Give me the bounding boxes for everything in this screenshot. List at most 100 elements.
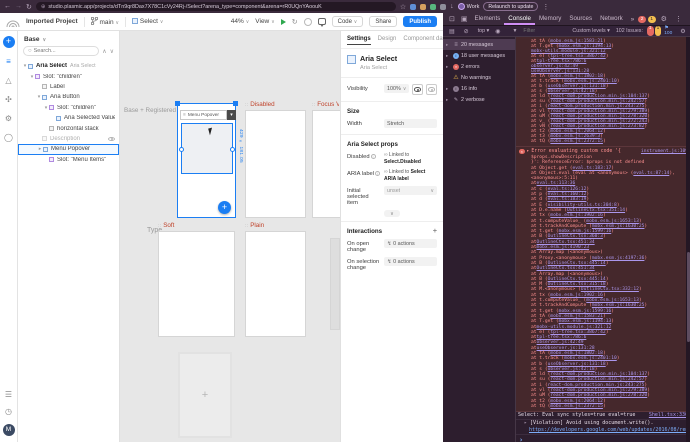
view-selector[interactable]: View ∨ [255,18,274,25]
plain-artboard[interactable] [245,231,306,337]
source-link[interactable]: eval.ts:87:14 [633,171,669,176]
plain-frame-label[interactable]: ∷ Plain [245,222,264,229]
console-prompt[interactable]: › [516,435,690,442]
tree-row[interactable]: Aria Selected Value [18,113,119,123]
menu-popover-element[interactable] [179,123,235,174]
device-toolbar-icon[interactable]: ▣ [458,15,471,23]
site-info-icon[interactable]: ⊕ [41,4,46,10]
reload-icon[interactable]: ↻ [26,3,32,11]
aria-label-prop-value[interactable]: ∞Linked to Select ARIA label [384,169,437,182]
more-tabs-icon[interactable]: » [627,14,638,24]
expand-caret-icon[interactable]: ▸ [446,97,451,103]
extension-icon-3[interactable] [430,3,437,10]
components-icon[interactable]: △ [4,76,14,86]
focus-frame-label[interactable]: ∷Focus Visib [312,101,339,108]
add-button[interactable]: + [2,36,15,48]
expand-caret-icon[interactable]: ▸ [524,420,527,426]
issue-count-badge[interactable]: 1 [646,26,654,36]
preview-play-icon[interactable] [280,18,286,25]
tab-design[interactable]: Design [378,36,397,45]
warning-count-badge[interactable]: 1 [647,15,656,23]
comment-icon[interactable] [317,18,326,27]
chat-icon[interactable]: ☰ [4,390,14,400]
relaunch-button[interactable]: Relaunch to update [483,2,539,11]
external-link[interactable]: https://developers.google.com/web/update… [529,427,690,433]
console-filter-info-blue[interactable]: ▸ i 18 user messages [443,50,515,61]
profile-chip[interactable]: Work [457,3,479,10]
console-scrollbar[interactable] [686,37,690,442]
back-icon[interactable]: ← [4,3,11,10]
history-icon[interactable]: ◷ [4,407,14,417]
add-variant-placeholder[interactable]: + [178,352,232,438]
console-settings-icon[interactable]: ⚙ [677,28,688,35]
disabled-artboard[interactable] [245,110,306,218]
console-error-entry[interactable]: × ▸ Error evaluating custom code '{ inst… [516,147,690,413]
console-filter-error[interactable]: ▸ × 2 errors [443,61,515,72]
component-switcher[interactable]: Select ∨ [132,18,163,25]
expand-caret-icon[interactable]: ▸ [446,86,451,92]
selection-handle[interactable] [233,101,238,106]
source-link[interactable]: mobx.esm.js:2372:15 [550,404,603,409]
console-filter-info[interactable]: ▸ i 16 info [443,83,515,94]
visibility-hidden-button[interactable] [426,84,437,95]
source-link[interactable]: mobx.esm.js:2372:15 [550,139,603,144]
props-section-header[interactable]: Aria Select props [341,139,443,150]
interactions-section-header[interactable]: Interactions + [341,226,443,237]
soft-artboard[interactable] [158,231,235,337]
expand-all-icon[interactable]: ∨ [110,48,114,55]
focus-artboard[interactable] [312,110,340,218]
extension-icon-1[interactable] [410,3,417,10]
source-link[interactable]: instrument.js:109 [641,148,688,155]
popover-tab[interactable]: ≡ Menu Popover [180,110,227,120]
collapse-props-button[interactable]: ∨ [384,210,400,217]
selection-handle[interactable] [175,101,180,106]
info-icon[interactable]: i [370,154,376,159]
error-count-badge[interactable]: 2 [638,15,646,23]
devtools-tab-memory[interactable]: Memory [535,13,565,25]
refresh-icon[interactable]: ↻ [292,18,298,26]
devtools-tab-console[interactable]: Console [504,13,535,25]
add-interaction-button[interactable]: + [433,228,437,235]
devtools-tab-network[interactable]: Network [596,13,627,25]
settings-gear-icon[interactable]: ⚙ [4,114,14,124]
forward-icon[interactable]: → [15,3,22,10]
zoom-selector[interactable]: 44% ∨ [231,18,250,25]
initial-item-dropdown[interactable]: unset ∨ [384,186,437,195]
on-open-change-actions[interactable]: ↯ 0 actions [384,239,437,248]
user-avatar[interactable]: M [2,424,15,436]
width-value-dropdown[interactable]: Stretch [384,119,437,128]
extension-icon-4[interactable] [440,3,447,10]
extension-icon-2[interactable] [420,3,427,10]
tree-row[interactable]: Description [18,134,119,144]
expand-caret-icon[interactable]: ▸ [446,53,451,59]
clear-console-icon[interactable]: ⊘ [461,28,472,35]
project-name[interactable]: Imported Project [26,18,78,25]
share-button[interactable]: Share [369,16,398,27]
tokens-icon[interactable]: ✣ [4,95,14,105]
address-bar[interactable]: ⊕ studio.plasmic.app/projects/dTn9qr8Dax… [35,2,396,11]
issue-count-badge[interactable]: 1 [654,26,662,36]
drag-handle-icon[interactable]: ∷ [312,102,315,108]
variant-header[interactable]: Base [24,36,40,43]
download-icon[interactable]: ↓ [450,3,454,10]
resize-handle[interactable] [230,147,235,152]
drag-handle-icon[interactable]: ∷ [245,102,248,108]
tab-component-data[interactable]: Component data [403,36,447,45]
tree-row[interactable]: ▸ Menu Popover [18,144,119,155]
soft-frame-label[interactable]: ∷ Soft [158,222,174,229]
canvas[interactable]: Base + Registered ≡ Menu Popover ▾ + 429… [120,31,340,442]
console-log-line[interactable]: Select: Eval sync styles=true eval=true … [516,412,690,421]
console-log-area[interactable]: at tA (mobx.esm.js:1583:21) at T.get (mob… [516,37,690,442]
tree-row[interactable]: horizontal stack [18,123,119,133]
devtools-tab-sources[interactable]: Sources [565,13,596,25]
context-selector[interactable]: top ▾ [478,28,490,34]
branch-selector[interactable]: main ∨ [90,16,119,26]
console-filter-list[interactable]: ▸ ≡ 20 messages [443,39,515,50]
log-levels-selector[interactable]: Custom levels ▾ [572,28,609,34]
clipped-artboard[interactable] [330,238,340,330]
tree-row[interactable]: ▾ Slot: "children" [18,71,119,81]
collaborator-avatar[interactable] [303,17,312,26]
issues-label[interactable]: 102 Issues: [616,28,643,34]
collapse-all-icon[interactable]: ∧ [102,48,106,55]
outline-tree-icon[interactable]: ≡ [4,57,14,67]
